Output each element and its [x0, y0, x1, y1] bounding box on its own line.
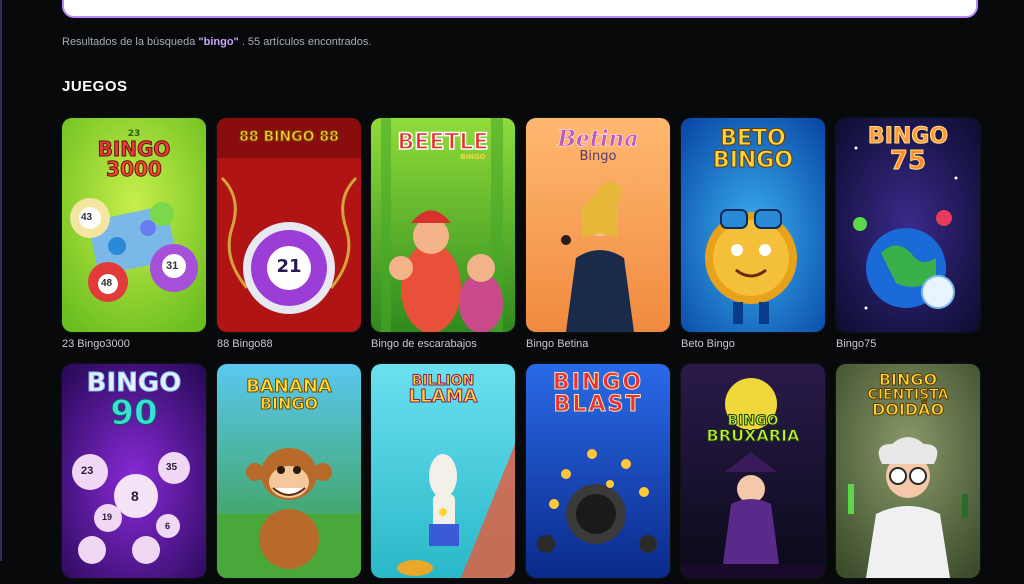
- game-card[interactable]: BINGO BRUXARIA: [681, 364, 825, 584]
- ball-number: 35: [166, 462, 178, 473]
- results-prefix: Resultados de la búsqueda: [62, 36, 199, 48]
- ball-number: 31: [166, 260, 179, 272]
- window-edge: [0, 0, 2, 561]
- game-thumbnail-billion-llama[interactable]: BILLION LLAMA: [371, 364, 515, 578]
- game-logo: 23 BINGO 3000: [97, 129, 171, 181]
- game-title[interactable]: 23 Bingo3000: [62, 338, 206, 350]
- ball-number: 8: [131, 488, 139, 504]
- game-logo: BINGO 75: [867, 124, 949, 176]
- game-card[interactable]: BILLION LLAMA: [371, 364, 515, 584]
- ball-number: 23: [81, 465, 94, 477]
- game-card[interactable]: BINGO CIENTISTA DOIDÃO: [836, 364, 980, 584]
- game-logo: BINGO BRUXARIA: [706, 413, 800, 445]
- section-title: JUEGOS: [62, 78, 128, 95]
- game-thumbnail-bingo88[interactable]: 88 BINGO 88 21: [217, 118, 361, 332]
- game-title[interactable]: Bingo75: [836, 338, 980, 350]
- search-input[interactable]: [62, 0, 978, 18]
- game-logo: 88 BINGO 88: [239, 129, 340, 145]
- game-card[interactable]: BEETLE BINGO Bingo de escarabajos: [371, 118, 515, 350]
- game-thumbnail-bingo-bruxaria[interactable]: BINGO BRUXARIA: [681, 364, 825, 578]
- game-thumbnail-bingo-betina[interactable]: Betina Bingo: [526, 118, 670, 332]
- game-thumbnail-bingo-blast[interactable]: BINGO BLAST: [526, 364, 670, 578]
- game-title[interactable]: Beto Bingo: [681, 338, 825, 350]
- ball-number: 43: [81, 212, 93, 223]
- ball-number: 48: [101, 278, 113, 289]
- game-thumbnail-bingo90[interactable]: BINGO 90 23 8 35 19 6: [62, 364, 206, 578]
- game-title[interactable]: Bingo de escarabajos: [371, 338, 515, 350]
- game-title[interactable]: Bingo Betina: [526, 338, 670, 350]
- game-thumbnail-bingo-cientista-doidao[interactable]: BINGO CIENTISTA DOIDÃO: [836, 364, 980, 578]
- results-term: "bingo": [198, 36, 239, 48]
- search-results-summary: Resultados de la búsqueda "bingo" . 55 a…: [62, 36, 371, 48]
- game-card[interactable]: BINGO 90 23 8 35 19 6: [62, 364, 206, 584]
- game-card[interactable]: Betina Bingo Bingo Betina: [526, 118, 670, 350]
- game-card[interactable]: BETO BINGO Beto Bingo: [681, 118, 825, 350]
- game-card[interactable]: BINGO BLAST: [526, 364, 670, 584]
- game-card[interactable]: 88 BINGO 88 21 88 Bingo88: [217, 118, 361, 350]
- game-logo: BILLION LLAMA: [408, 373, 478, 407]
- ball-number: 19: [102, 512, 113, 522]
- ball-number: 21: [276, 256, 302, 277]
- game-logo: BETO BINGO: [712, 126, 794, 173]
- game-card[interactable]: 23 BINGO 3000 43 31 48 23 Bingo3000: [62, 118, 206, 350]
- game-thumbnail-bingo3000[interactable]: 23 BINGO 3000 43 31 48: [62, 118, 206, 332]
- game-title[interactable]: 88 Bingo88: [217, 338, 361, 350]
- game-thumbnail-bingo75[interactable]: BINGO 75: [836, 118, 980, 332]
- game-logo: BANANA BINGO: [246, 376, 333, 413]
- game-logo: BEETLE BINGO: [397, 130, 489, 161]
- game-logo: BINGO BLAST: [552, 370, 644, 417]
- game-thumbnail-banana-bingo[interactable]: BANANA BINGO: [217, 364, 361, 578]
- game-thumbnail-beetle-bingo[interactable]: BEETLE BINGO: [371, 118, 515, 332]
- game-card[interactable]: BANANA BINGO: [217, 364, 361, 584]
- game-thumbnail-beto-bingo[interactable]: BETO BINGO: [681, 118, 825, 332]
- game-logo: BINGO 90: [86, 368, 182, 433]
- game-logo: BINGO CIENTISTA DOIDÃO: [867, 370, 949, 419]
- ball-number: 6: [165, 521, 171, 531]
- results-suffix: . 55 artículos encontrados.: [238, 36, 372, 48]
- game-card[interactable]: BINGO 75 Bingo75: [836, 118, 980, 350]
- game-logo: Betina Bingo: [557, 126, 639, 164]
